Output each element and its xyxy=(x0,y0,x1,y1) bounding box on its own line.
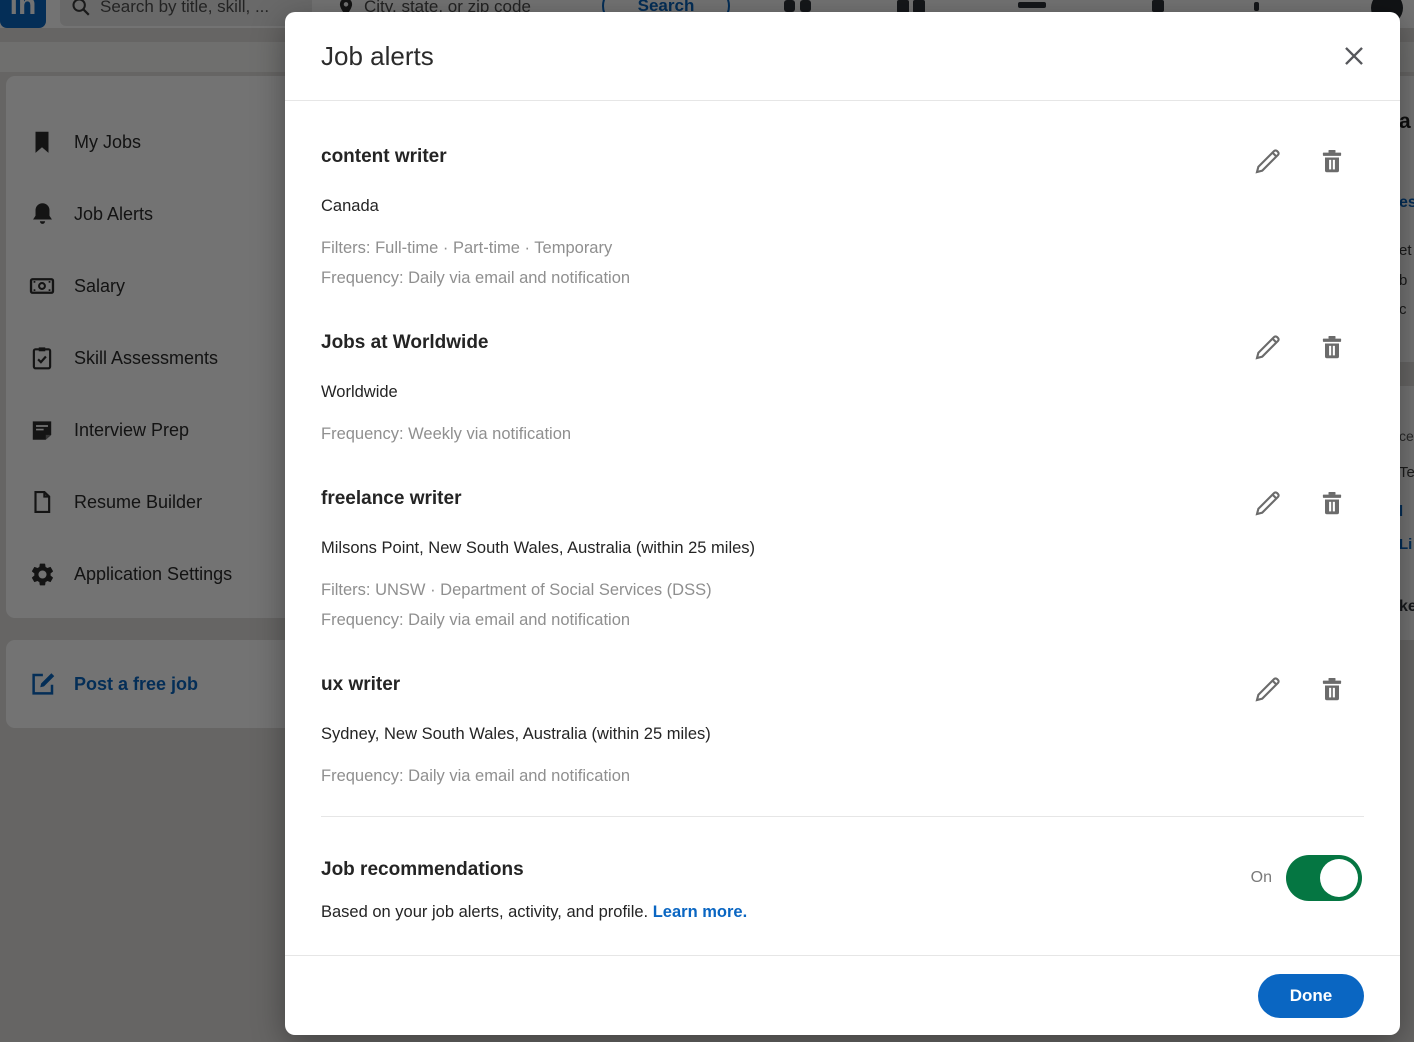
recommendations-toggle-group: On xyxy=(1251,855,1362,901)
job-alert-row: Jobs at Worldwide Worldwide Frequency: W… xyxy=(321,331,1364,449)
job-recommendations-title: Job recommendations xyxy=(321,859,1364,881)
modal-footer: Done xyxy=(285,955,1400,1035)
edit-pencil-icon[interactable] xyxy=(1252,145,1284,177)
delete-trash-icon[interactable] xyxy=(1316,673,1348,705)
job-alert-location: Canada xyxy=(321,195,1194,217)
toggle-knob xyxy=(1320,859,1358,897)
job-recommendations-section: Job recommendations Based on your job al… xyxy=(321,816,1364,922)
delete-trash-icon[interactable] xyxy=(1316,487,1348,519)
job-alert-title: freelance writer xyxy=(321,487,1194,511)
delete-trash-icon[interactable] xyxy=(1316,331,1348,363)
job-alert-actions xyxy=(1252,673,1348,705)
job-alert-frequency: Frequency: Weekly via notification xyxy=(321,419,1194,449)
job-alert-frequency: Frequency: Daily via email and notificat… xyxy=(321,263,1194,293)
jobs-page: in Search by title, skill, ... City, sta… xyxy=(0,0,1414,1042)
job-alert-title: Jobs at Worldwide xyxy=(321,331,1194,355)
job-alerts-list: content writer Canada Filters: Full-time… xyxy=(285,101,1400,922)
recommendations-toggle[interactable] xyxy=(1286,855,1362,901)
modal-header: Job alerts xyxy=(285,12,1400,101)
job-alert-frequency: Frequency: Daily via email and notificat… xyxy=(321,761,1194,791)
job-alert-filters: Filters: Full-time · Part-time · Tempora… xyxy=(321,233,1194,263)
learn-more-link[interactable]: Learn more. xyxy=(653,903,747,921)
job-recommendations-description: Based on your job alerts, activity, and … xyxy=(321,903,1364,922)
edit-pencil-icon[interactable] xyxy=(1252,331,1284,363)
job-alert-location: Sydney, New South Wales, Australia (with… xyxy=(321,723,1194,745)
job-alert-actions xyxy=(1252,487,1348,519)
job-alert-row: content writer Canada Filters: Full-time… xyxy=(321,145,1364,293)
edit-pencil-icon[interactable] xyxy=(1252,673,1284,705)
delete-trash-icon[interactable] xyxy=(1316,145,1348,177)
job-alert-filters: Filters: UNSW · Department of Social Ser… xyxy=(321,575,1194,605)
done-button[interactable]: Done xyxy=(1258,974,1364,1018)
toggle-state-label: On xyxy=(1251,869,1272,887)
job-alert-title: ux writer xyxy=(321,673,1194,697)
job-alert-frequency: Frequency: Daily via email and notificat… xyxy=(321,605,1194,635)
job-alert-actions xyxy=(1252,331,1348,363)
job-alert-row: ux writer Sydney, New South Wales, Austr… xyxy=(321,673,1364,791)
job-alert-actions xyxy=(1252,145,1348,177)
job-alert-location: Milsons Point, New South Wales, Australi… xyxy=(321,537,1194,559)
edit-pencil-icon[interactable] xyxy=(1252,487,1284,519)
modal-title: Job alerts xyxy=(321,41,434,72)
job-alert-title: content writer xyxy=(321,145,1194,169)
job-alerts-modal: Job alerts content writer Canada Filters… xyxy=(285,12,1400,1035)
job-alert-row: freelance writer Milsons Point, New Sout… xyxy=(321,487,1364,635)
job-recommendations-description-text: Based on your job alerts, activity, and … xyxy=(321,903,648,921)
close-icon[interactable] xyxy=(1336,38,1372,74)
job-alert-location: Worldwide xyxy=(321,381,1194,403)
